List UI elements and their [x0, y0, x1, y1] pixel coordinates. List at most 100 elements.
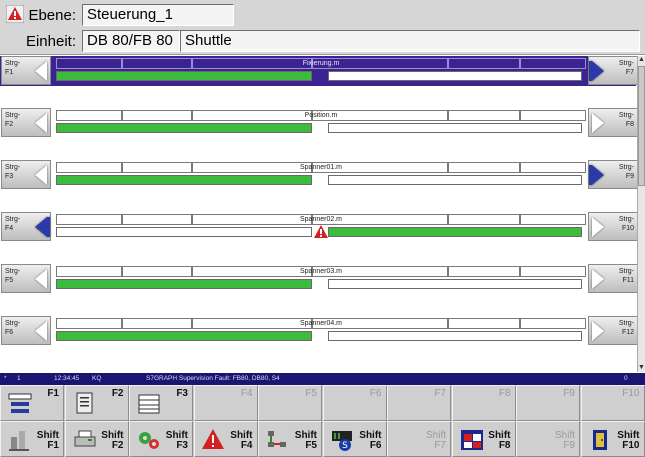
- step-row[interactable]: Strg- F2 Strg- F8 Position.m: [0, 108, 638, 138]
- step-track[interactable]: Spanner02.m: [56, 214, 586, 240]
- shift-f6-key[interactable]: S Shift F6: [322, 421, 387, 457]
- strg-left-button[interactable]: Strg- F6: [1, 316, 51, 345]
- strg-right-button[interactable]: Strg- F11: [588, 264, 638, 293]
- einheit-db-field[interactable]: DB 80/FB 80: [82, 30, 180, 52]
- strg-right-label: Strg- F7: [618, 60, 634, 76]
- step-track[interactable]: Spanner01.m: [56, 162, 586, 188]
- svg-text:S: S: [342, 441, 348, 451]
- fkey-label: F10: [622, 388, 640, 399]
- fkey-label: F5: [305, 388, 317, 399]
- scroll-up-icon[interactable]: ▲: [638, 56, 645, 64]
- scroll-thumb[interactable]: [638, 66, 645, 186]
- step-row[interactable]: Strg- F3 Strg- F9 Spanner01.m: [0, 160, 638, 190]
- shift-f2-key[interactable]: Shift F2: [64, 421, 129, 457]
- fkey-name-label: F8: [498, 440, 511, 451]
- strg-right-button[interactable]: Strg- F7: [588, 56, 638, 85]
- step-status-bar-left: [56, 227, 312, 237]
- gears-icon: [139, 432, 159, 449]
- fault-warning-icon[interactable]: [314, 225, 328, 238]
- shift-f4-key[interactable]: Shift F4: [193, 421, 258, 457]
- arrow-right-icon: [589, 165, 604, 185]
- exit-door-icon: [592, 430, 607, 450]
- strg-left-button[interactable]: Strg- F4: [1, 212, 51, 241]
- document-icon: [76, 392, 92, 414]
- strg-right-button[interactable]: Strg- F8: [588, 108, 638, 137]
- message-code: KQ: [92, 375, 102, 382]
- s7-plc-icon: S: [331, 431, 352, 451]
- fkey-label: F9: [563, 388, 575, 399]
- arrow-right-icon: [592, 269, 604, 289]
- strg-left-label: Strg- F3: [5, 164, 21, 180]
- header-panel: Ebene: Steuerung_1 Einheit: DB 80/FB 80 …: [0, 0, 645, 55]
- warning-icon: [201, 429, 224, 449]
- f3-key[interactable]: F3: [129, 385, 193, 421]
- f9-key[interactable]: F9: [516, 385, 580, 421]
- f6-key[interactable]: F6: [322, 385, 387, 421]
- fkey-name-label: F1: [47, 440, 59, 451]
- f1-key[interactable]: F1: [0, 385, 64, 421]
- fkey-label: Shift F10: [617, 431, 639, 451]
- shift-f5-key[interactable]: Shift F5: [258, 421, 322, 457]
- strg-right-button[interactable]: Strg- F9: [588, 160, 638, 189]
- f10-key[interactable]: F10: [580, 385, 645, 421]
- fkey-name-label: F5: [305, 440, 317, 451]
- fkey-label: F1: [47, 388, 59, 399]
- f7-key[interactable]: F7: [387, 385, 451, 421]
- machine-icon: [9, 431, 29, 451]
- ebene-row: Ebene: Steuerung_1: [0, 4, 234, 26]
- step-status-bar-left: [56, 123, 312, 133]
- message-time: 12:34:45: [54, 375, 80, 382]
- strg-left-button[interactable]: Strg- F3: [1, 160, 51, 189]
- fkey-label: F2: [111, 388, 124, 399]
- shift-f3-key[interactable]: Shift F3: [129, 421, 193, 457]
- strg-right-button[interactable]: Strg- F12: [588, 316, 638, 345]
- arrow-right-icon: [592, 321, 604, 341]
- sequence-icon: [8, 393, 32, 413]
- step-track[interactable]: Fixierung.m: [56, 58, 586, 84]
- message-line[interactable]: * 1 12:34:45 KQ S7GRAPH Supervision Faul…: [0, 373, 645, 385]
- shift-f8-key[interactable]: Shift F8: [451, 421, 516, 457]
- strg-left-button[interactable]: Strg- F5: [1, 264, 51, 293]
- message-count: 1: [17, 375, 21, 382]
- step-row[interactable]: Strg- F1 Strg- F7 Fixierung.m: [0, 56, 638, 86]
- fkey-label: Shift F5: [295, 431, 317, 451]
- vertical-scrollbar[interactable]: ▲ ▼: [637, 56, 645, 372]
- fkey-label: Shift F7: [426, 431, 446, 451]
- step-row[interactable]: Strg- F5 Strg- F11 Spanner03.m: [0, 264, 638, 294]
- fkey-label: Shift F3: [166, 431, 188, 451]
- fkey-label: F8: [498, 388, 511, 399]
- step-track[interactable]: Position.m: [56, 110, 586, 136]
- shift-f10-key[interactable]: Shift F10: [580, 421, 645, 457]
- step-row[interactable]: Strg- F4 Strg- F10 Spanner02.m: [0, 212, 638, 242]
- fkey-label: F3: [176, 388, 188, 399]
- fkey-name-label: F2: [111, 440, 124, 451]
- ebene-field[interactable]: Steuerung_1: [82, 4, 234, 26]
- einheit-name-field[interactable]: Shuttle: [180, 30, 640, 52]
- strg-right-label: Strg- F10: [618, 216, 634, 232]
- scroll-down-icon[interactable]: ▼: [638, 364, 645, 372]
- step-status-bar-left: [56, 71, 312, 81]
- strg-left-button[interactable]: Strg- F2: [1, 108, 51, 137]
- f2-key[interactable]: F2: [64, 385, 129, 421]
- fkey-name-label: F7: [434, 440, 446, 451]
- printer-icon: [74, 430, 95, 447]
- strg-right-label: Strg- F9: [618, 164, 634, 180]
- strg-right-button[interactable]: Strg- F10: [588, 212, 638, 241]
- step-row[interactable]: Strg- F6 Strg- F12 Spanner04.m: [0, 316, 638, 346]
- step-track[interactable]: Spanner04.m: [56, 318, 586, 344]
- f4-key[interactable]: F4: [193, 385, 258, 421]
- shift-f1-key[interactable]: Shift F1: [0, 421, 64, 457]
- step-status-bar-left: [56, 331, 312, 341]
- f8-key[interactable]: F8: [451, 385, 516, 421]
- fkey-name-label: F6: [369, 440, 382, 451]
- strg-left-label: Strg- F5: [5, 268, 21, 284]
- einheit-row: Einheit: DB 80/FB 80 Shuttle: [0, 30, 640, 52]
- shift-f7-key[interactable]: Shift F7: [387, 421, 451, 457]
- shift-f9-key[interactable]: Shift F9: [516, 421, 580, 457]
- fkey-label: Shift F6: [359, 431, 381, 451]
- step-name: Position.m: [304, 112, 338, 119]
- step-status-bar-right: [328, 123, 582, 133]
- strg-left-button[interactable]: Strg- F1: [1, 56, 51, 85]
- step-track[interactable]: Spanner03.m: [56, 266, 586, 292]
- f5-key[interactable]: F5: [258, 385, 322, 421]
